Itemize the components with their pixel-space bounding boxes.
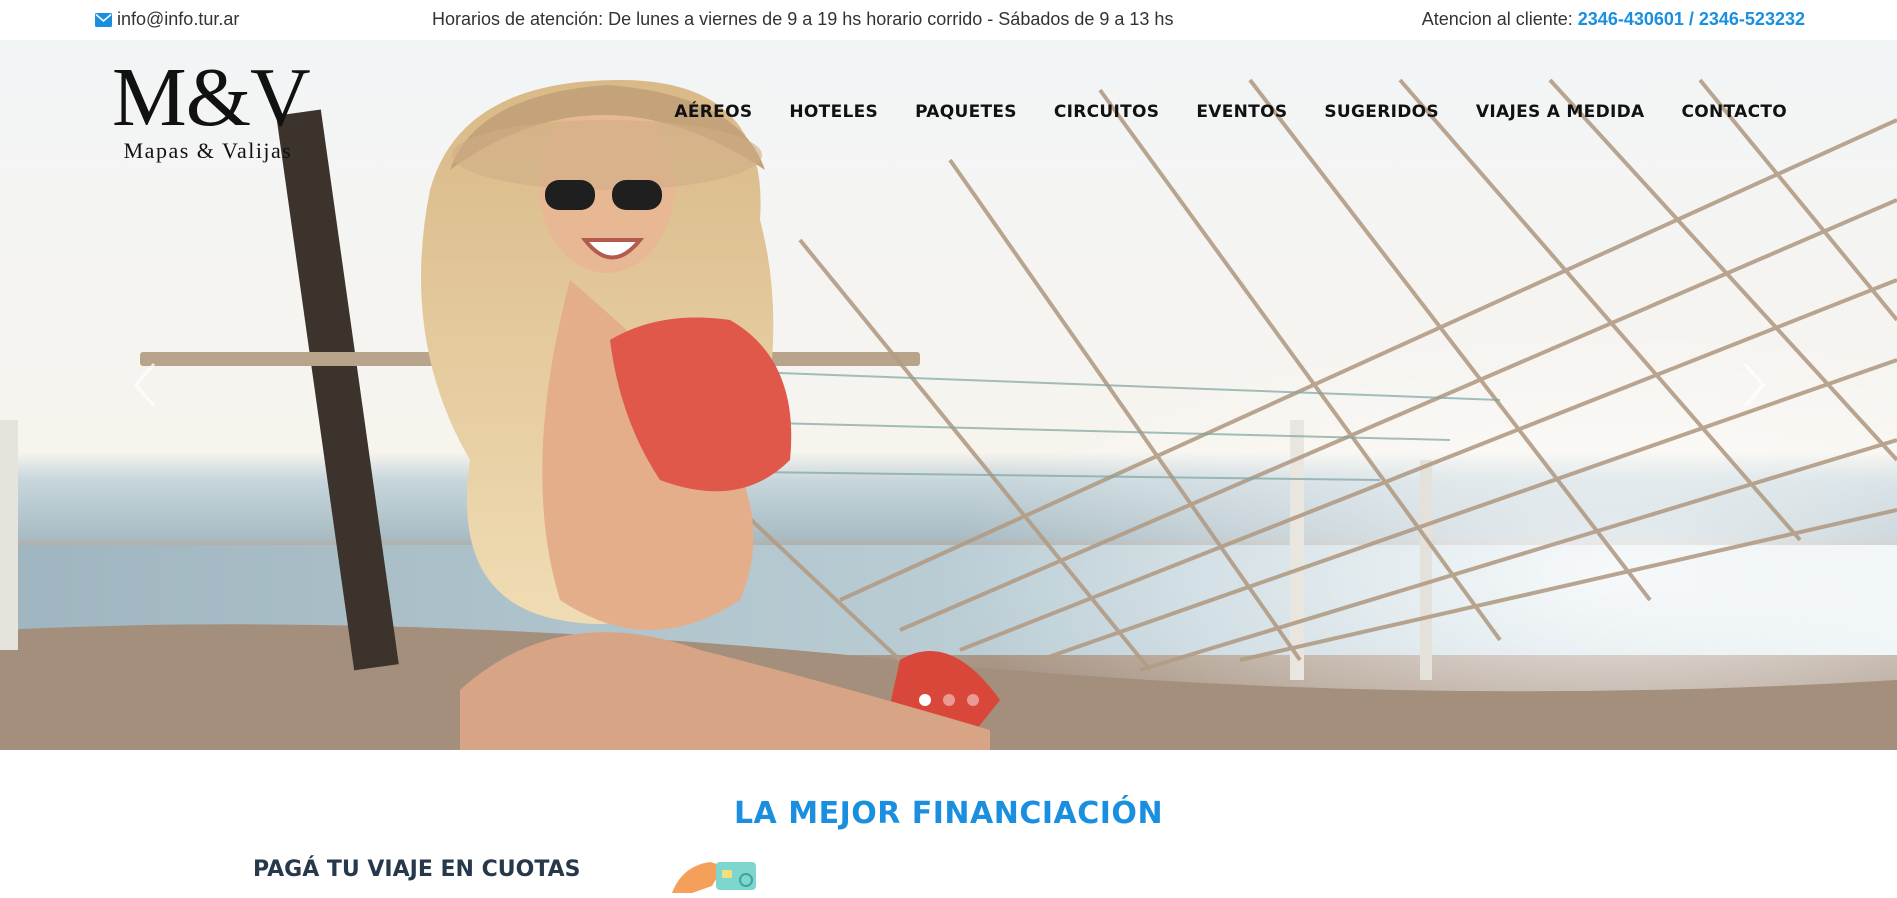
carousel-next-button[interactable] xyxy=(1739,360,1769,410)
nav-item-hoteles[interactable]: HOTELES xyxy=(789,102,878,122)
business-hours: Horarios de atención: De lunes a viernes… xyxy=(432,9,1174,29)
customer-service: Atencion al cliente: 2346-430601 / 2346-… xyxy=(1422,9,1805,30)
carousel-dot[interactable] xyxy=(966,694,979,706)
nav-item-paquetes[interactable]: PAQUETES xyxy=(915,102,1017,122)
customer-service-phones[interactable]: 2346-430601 / 2346-523232 xyxy=(1578,9,1805,29)
email-link[interactable]: info@info.tur.ar xyxy=(95,9,239,30)
carousel-indicators xyxy=(0,694,1897,706)
nav-item-sugeridos[interactable]: SUGERIDOS xyxy=(1324,102,1439,122)
customer-service-label: Atencion al cliente: xyxy=(1421,9,1578,29)
nav-item-viajes-a-medida[interactable]: VIAJES A MEDIDA xyxy=(1476,102,1645,122)
credit-card-hand-icon xyxy=(672,856,756,893)
financing-subtitle: PAGÁ TU VIAJE EN CUOTAS xyxy=(253,857,581,882)
envelope-icon xyxy=(95,12,112,27)
carousel-dot[interactable] xyxy=(918,694,931,706)
carousel-dot[interactable] xyxy=(942,694,955,706)
chevron-right-icon xyxy=(1743,363,1765,407)
email-text[interactable]: info@info.tur.ar xyxy=(117,9,239,30)
carousel-prev-button[interactable] xyxy=(130,360,160,410)
chevron-left-icon xyxy=(134,363,156,407)
financing-title: LA MEJOR FINANCIACIÓN xyxy=(733,796,1164,831)
logo-mark: M&V xyxy=(112,51,311,144)
nav-item-aereos[interactable]: AÉREOS xyxy=(674,102,752,122)
nav-item-contacto[interactable]: CONTACTO xyxy=(1681,102,1787,122)
hero-carousel: M&V Mapas & Valijas AÉREOS HOTELES PAQUE… xyxy=(0,40,1897,750)
logo-subtitle: Mapas & Valijas xyxy=(123,138,293,163)
nav-item-circuitos[interactable]: CIRCUITOS xyxy=(1054,102,1160,122)
brand-logo[interactable]: M&V Mapas & Valijas xyxy=(112,51,311,164)
top-info-bar: info@info.tur.ar Horarios de atención: D… xyxy=(0,0,1897,40)
main-nav: AÉREOS HOTELES PAQUETES CIRCUITOS EVENTO… xyxy=(674,102,1787,122)
nav-item-eventos[interactable]: EVENTOS xyxy=(1196,102,1287,122)
